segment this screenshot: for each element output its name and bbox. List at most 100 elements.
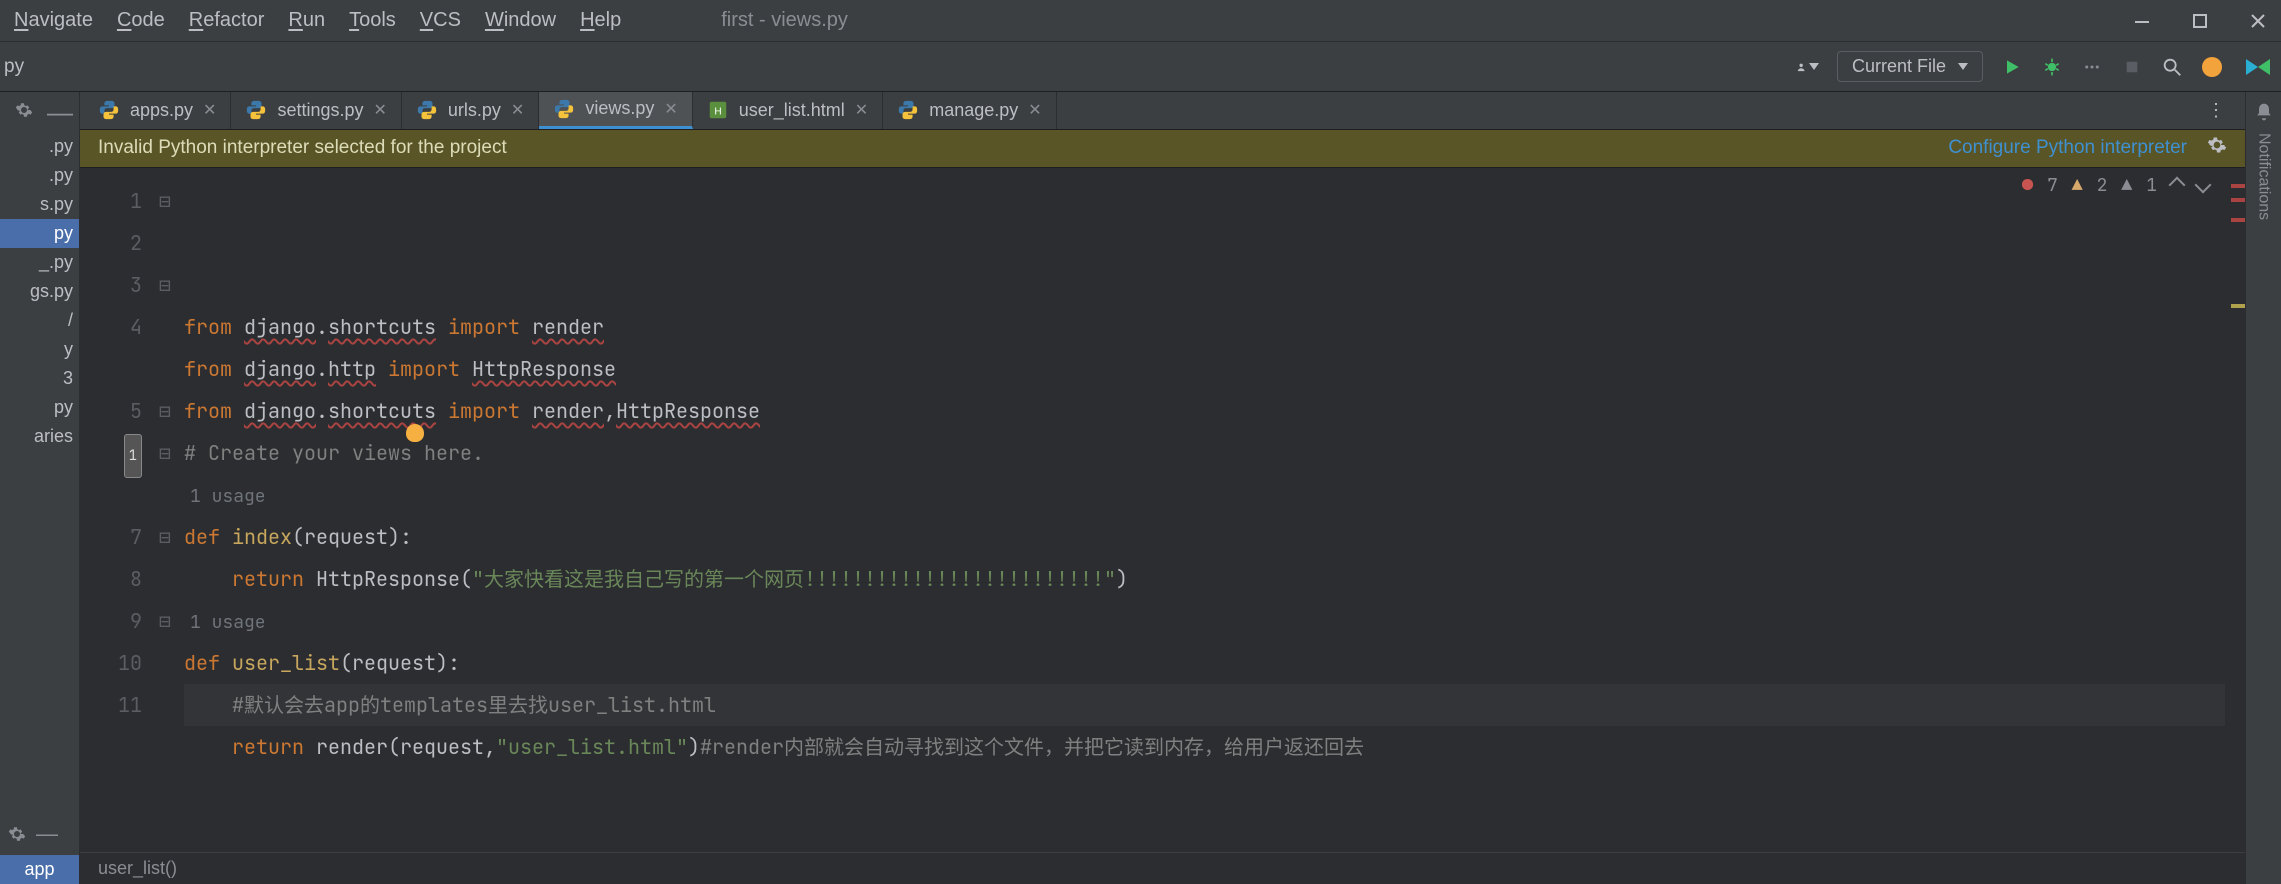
- project-file[interactable]: s.py: [0, 190, 79, 219]
- editor-breadcrumb[interactable]: user_list(): [80, 852, 2245, 884]
- project-file[interactable]: aries: [0, 422, 79, 451]
- banner-gear-icon[interactable]: [2207, 135, 2227, 161]
- tab-label: manage.py: [929, 100, 1018, 121]
- code-line[interactable]: # Create your views here.: [184, 432, 2225, 474]
- warning-count: 2: [2097, 174, 2108, 197]
- tab-label: user_list.html: [739, 100, 845, 121]
- tab-settings-py[interactable]: settings.py✕: [231, 92, 401, 129]
- stop-button: [2121, 56, 2143, 78]
- project-file[interactable]: /: [0, 306, 79, 335]
- configure-interpreter-link[interactable]: Configure Python interpreter: [1948, 137, 2187, 159]
- tab-more-icon[interactable]: ⋮: [2187, 100, 2245, 121]
- close-tab-icon[interactable]: ✕: [855, 100, 868, 120]
- fold-toggle: [150, 222, 180, 264]
- minimize-button[interactable]: [2133, 12, 2151, 30]
- notifications-icon[interactable]: [2254, 102, 2274, 127]
- run-button[interactable]: [2001, 56, 2023, 78]
- fold-toggle[interactable]: ⊟: [150, 180, 180, 222]
- update-icon[interactable]: [2201, 56, 2223, 78]
- editor-stripe[interactable]: [2225, 168, 2245, 852]
- code-line[interactable]: from django.http import HttpResponse: [184, 348, 2225, 390]
- project-sidebar: — .py.pys.pypy_.pygs.py/y3pyaries — app: [0, 92, 80, 884]
- fold-toggle[interactable]: ⊟: [150, 432, 180, 474]
- code-line[interactable]: return render(request,"user_list.html")#…: [184, 726, 2225, 768]
- menu-code[interactable]: Code: [117, 9, 165, 32]
- code-content[interactable]: from django.shortcuts import renderfrom …: [180, 168, 2225, 852]
- code-line[interactable]: #默认会去app的templates里去找user_list.html: [184, 684, 2225, 726]
- fold-toggle[interactable]: ⊟: [150, 264, 180, 306]
- tab-label: views.py: [585, 98, 654, 119]
- problems-summary[interactable]: ●7 ▲2 ▲1: [2022, 174, 2209, 197]
- menu-navigate[interactable]: Navigate: [14, 9, 93, 32]
- project-sidebar-footer: —: [0, 813, 79, 855]
- project-file[interactable]: py: [0, 219, 79, 248]
- code-line[interactable]: [184, 768, 2225, 810]
- editor-area[interactable]: 1234517891011 ⊟⊟⊟⊟⊟⊟ from django.shortcu…: [80, 168, 2245, 852]
- run-config-selector[interactable]: Current File: [1837, 51, 1983, 82]
- close-tab-icon[interactable]: ✕: [664, 99, 677, 119]
- fold-toggle: [150, 642, 180, 684]
- search-icon[interactable]: [2161, 56, 2183, 78]
- next-problem-icon[interactable]: [2195, 177, 2212, 194]
- fold-toggle[interactable]: ⊟: [150, 600, 180, 642]
- collapse-icon[interactable]: —: [47, 97, 73, 128]
- project-foot-gear-icon[interactable]: —: [8, 821, 71, 847]
- main-menu: Navigate Code Refactor Run Tools VCS Window Hel…: [14, 9, 621, 32]
- tab-manage-py[interactable]: manage.py ✕: [883, 92, 1056, 129]
- error-count: 7: [2047, 174, 2058, 197]
- close-tab-icon[interactable]: ✕: [203, 100, 216, 120]
- code-line[interactable]: from django.shortcuts import render,Http…: [184, 390, 2225, 432]
- weak-warning-count: 1: [2146, 174, 2157, 197]
- project-file[interactable]: gs.py: [0, 277, 79, 306]
- fold-toggle[interactable]: ⊟: [150, 390, 180, 432]
- more-run-icon[interactable]: [2081, 56, 2103, 78]
- tab-urls-py[interactable]: urls.py✕: [402, 92, 539, 129]
- notifications-label[interactable]: Notifications: [2255, 133, 2273, 220]
- project-sidebar-header: —: [0, 92, 79, 132]
- menu-vcs[interactable]: VCS: [420, 9, 461, 32]
- lightbulb-icon[interactable]: [406, 424, 424, 442]
- project-file-list: .py.pys.pypy_.pygs.py/y3pyaries: [0, 132, 79, 451]
- menu-help[interactable]: Help: [580, 9, 621, 32]
- app-pill[interactable]: app: [0, 855, 79, 884]
- menu-refactor[interactable]: Refactor: [189, 9, 265, 32]
- tab-user_list-html[interactable]: Huser_list.html✕: [693, 92, 883, 129]
- menu-window[interactable]: Window: [485, 9, 556, 32]
- project-file[interactable]: 3: [0, 364, 79, 393]
- fold-toggle: [150, 306, 180, 348]
- path-bar: py: [0, 56, 24, 78]
- code-line[interactable]: def user_list(request):: [184, 642, 2225, 684]
- project-file[interactable]: .py: [0, 161, 79, 190]
- code-with-me-icon[interactable]: [2241, 56, 2263, 78]
- close-tab-icon[interactable]: ✕: [511, 100, 524, 120]
- fold-toggle: [150, 474, 180, 516]
- project-settings-icon[interactable]: [15, 101, 33, 124]
- toolbar: py Current File: [0, 42, 2281, 92]
- tab-views-py[interactable]: views.py ✕: [539, 92, 692, 129]
- maximize-button[interactable]: [2191, 12, 2209, 30]
- close-tab-icon[interactable]: ✕: [1028, 100, 1041, 120]
- tab-apps-py[interactable]: apps.py✕: [84, 92, 231, 129]
- prev-problem-icon[interactable]: [2169, 177, 2186, 194]
- fold-toggle[interactable]: ⊟: [150, 516, 180, 558]
- project-file[interactable]: y: [0, 335, 79, 364]
- code-line[interactable]: 1 usage: [184, 474, 2225, 516]
- editor-tabs: apps.py✕settings.py✕urls.py✕views.py✕Hus…: [80, 92, 2245, 130]
- project-file[interactable]: _.py: [0, 248, 79, 277]
- project-file[interactable]: .py: [0, 132, 79, 161]
- debug-button[interactable]: [2041, 56, 2063, 78]
- code-line[interactable]: [184, 810, 2225, 852]
- code-line[interactable]: def index(request):: [184, 516, 2225, 558]
- menu-run[interactable]: Run: [288, 9, 325, 32]
- breadcrumb-text: user_list(): [98, 858, 177, 879]
- bookmark-icon[interactable]: 1: [124, 434, 142, 478]
- user-icon[interactable]: [1797, 56, 1819, 78]
- close-tab-icon[interactable]: ✕: [374, 100, 387, 120]
- code-line[interactable]: 1 usage: [184, 600, 2225, 642]
- fold-gutter: ⊟⊟⊟⊟⊟⊟: [150, 168, 180, 852]
- code-line[interactable]: return HttpResponse("大家快看这是我自己写的第一个网页!!!…: [184, 558, 2225, 600]
- close-button[interactable]: [2249, 12, 2267, 30]
- project-file[interactable]: py: [0, 393, 79, 422]
- menu-tools[interactable]: Tools: [349, 9, 396, 32]
- code-line[interactable]: from django.shortcuts import render: [184, 306, 2225, 348]
